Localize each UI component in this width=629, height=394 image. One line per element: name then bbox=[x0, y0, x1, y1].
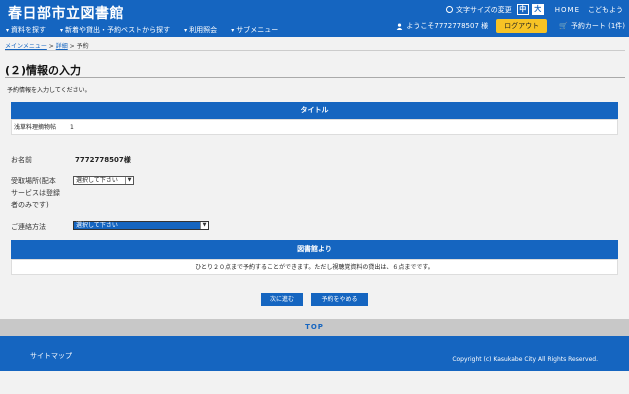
nav-item-search[interactable]: ▾ 資料を探す bbox=[6, 25, 46, 35]
chevron-down-icon: ▾ bbox=[6, 27, 10, 34]
cancel-reservation-button[interactable]: 予約をやめる bbox=[311, 293, 368, 306]
notice-body: ひとり２０点まで予約することができます。ただし視聴覚資料の貸出は、６点までです。 bbox=[11, 259, 618, 275]
cart-link[interactable]: 予約カート (1件) bbox=[571, 21, 625, 31]
back-to-top-link[interactable]: TOP bbox=[0, 319, 629, 336]
book-title: 浅草料理摘物帖 bbox=[14, 124, 57, 131]
user-bar: ようこそ7772778507 様 ログアウト 🛒 予約カート (1件) bbox=[396, 19, 625, 33]
chevron-down-icon: ▾ bbox=[184, 27, 188, 34]
chevron-down-icon: ▼ bbox=[125, 177, 133, 184]
notice-header: 図書館より bbox=[11, 240, 618, 259]
nav-item-new-best[interactable]: ▾ 新着や貸出・予約ベストから探す bbox=[60, 25, 170, 35]
main-nav: ▾ 資料を探す ▾ 新着や貸出・予約ベストから探す ▾ 利用照会 ▾ サブメニュー bbox=[6, 25, 292, 35]
sitemap-link[interactable]: サイトマップ bbox=[30, 351, 72, 361]
breadcrumb-separator: > bbox=[48, 43, 54, 50]
book-count: 1 bbox=[69, 124, 74, 131]
breadcrumb-detail[interactable]: 詳細 bbox=[56, 43, 68, 50]
font-size-medium-button[interactable]: 中 bbox=[516, 4, 529, 15]
logout-button[interactable]: ログアウト bbox=[496, 19, 548, 33]
site-header: 春日部市立図書館 文字サイズの変更 中 大 HOME こどもよう ▾ 資料を探す … bbox=[0, 0, 629, 37]
cart-icon: 🛒 bbox=[559, 22, 568, 30]
next-button[interactable]: 次に進む bbox=[261, 293, 303, 306]
nav-item-inquiry[interactable]: ▾ 利用照会 bbox=[184, 25, 217, 35]
pickup-label-line2: サービスは登録 bbox=[11, 189, 60, 197]
breadcrumb-separator: > bbox=[69, 43, 75, 50]
divider bbox=[5, 50, 625, 51]
breadcrumb-current: 予約 bbox=[76, 43, 89, 50]
breadcrumb-main-menu[interactable]: メインメニュー bbox=[5, 43, 47, 50]
table-row: 浅草料理摘物帖 1 bbox=[11, 119, 618, 135]
chevron-down-icon: ▾ bbox=[231, 27, 235, 34]
font-size-large-button[interactable]: 大 bbox=[531, 4, 544, 15]
name-label: お名前 bbox=[11, 156, 32, 164]
pickup-label-line1: 受取場所(配本 bbox=[11, 177, 56, 185]
chevron-down-icon: ▼ bbox=[200, 222, 208, 229]
pickup-label-line3: 者のみです) bbox=[11, 201, 49, 209]
person-icon bbox=[397, 22, 403, 30]
name-value: 7772778507様 bbox=[75, 156, 131, 164]
chevron-down-icon: ▾ bbox=[60, 27, 64, 34]
title-table-header: タイトル bbox=[11, 102, 618, 119]
welcome-text: ようこそ7772778507 様 bbox=[406, 22, 489, 30]
site-title[interactable]: 春日部市立図書館 bbox=[8, 3, 124, 23]
kids-link[interactable]: こどもよう bbox=[588, 5, 623, 15]
contact-method-select[interactable]: 選択して下さい ▼ bbox=[73, 221, 209, 230]
site-footer: サイトマップ Copyright (c) Kasukabe City All R… bbox=[0, 336, 629, 371]
divider bbox=[5, 77, 625, 78]
pickup-location-select[interactable]: 選択して下さい ▼ bbox=[73, 176, 134, 185]
header-utility-bar: 文字サイズの変更 中 大 HOME こどもよう bbox=[445, 4, 629, 15]
nav-item-submenu[interactable]: ▾ サブメニュー bbox=[231, 25, 278, 35]
font-size-icon bbox=[445, 6, 453, 13]
home-link[interactable]: HOME bbox=[555, 6, 580, 14]
intro-text: 予約情報を入力してください。 bbox=[7, 87, 91, 94]
contact-method-label: ご連絡方法 bbox=[11, 223, 46, 231]
page-title: (２)情報の入力 bbox=[5, 64, 82, 77]
font-size-label: 文字サイズの変更 bbox=[455, 5, 512, 14]
copyright-text: Copyright (c) Kasukabe City All Rights R… bbox=[452, 356, 598, 363]
breadcrumb: メインメニュー > 詳細 > 予約 bbox=[5, 41, 89, 50]
